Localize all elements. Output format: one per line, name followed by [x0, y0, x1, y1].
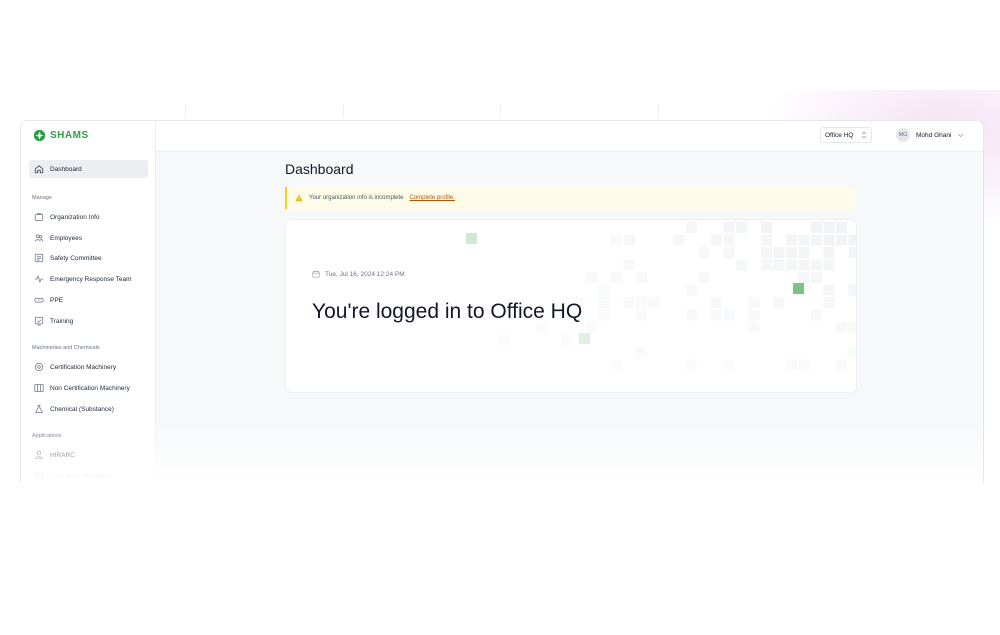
chevron-up-down-icon: [861, 131, 867, 139]
sidebar-section-manage: Manage: [32, 195, 52, 201]
sidebar-item-chemical-substance[interactable]: Chemical (Substance): [29, 400, 148, 418]
person-icon: [33, 450, 44, 461]
alert-text: Your organization info is incomplete: [309, 195, 404, 201]
welcome-card: Tue, Jul 16, 2024 12:24 PM You're logged…: [285, 219, 857, 393]
sidebar-item-dashboard[interactable]: Dashboard: [29, 160, 148, 178]
sidebar-item-safe-work-procedure[interactable]: Safe Work Procedure: [29, 467, 148, 483]
sidebar-item-hirarc[interactable]: HIRARC: [29, 446, 148, 464]
brand-name: SHAMS: [50, 130, 89, 141]
columns-icon: [33, 383, 44, 394]
organization-select[interactable]: Office HQ: [820, 127, 872, 143]
top-bar: Office HQ MG Mohd Ghani: [156, 121, 983, 152]
sidebar-item-label: Emergency Response Team: [50, 275, 132, 283]
avatar: MG: [896, 128, 910, 142]
gear-icon: [33, 362, 44, 373]
goggles-icon: [33, 295, 44, 306]
background-grid-lines: [0, 104, 1000, 120]
sidebar-item-ppe[interactable]: PPE: [29, 291, 148, 309]
sidebar-item-safety-committee[interactable]: Safety Committee: [29, 249, 148, 267]
sidebar: SHAMS Dashboard Manage Organization Info: [21, 121, 156, 483]
committee-icon: [33, 253, 44, 264]
home-icon: [33, 164, 44, 175]
sidebar-item-label: HIRARC: [50, 451, 75, 459]
incomplete-profile-alert: Your organization info is incomplete Com…: [285, 187, 855, 209]
logged-in-message: You're logged in to Office HQ: [312, 300, 583, 323]
user-menu[interactable]: MG Mohd Ghani: [896, 126, 964, 144]
brand-logo[interactable]: SHAMS: [33, 129, 89, 142]
organization-select-value: Office HQ: [825, 131, 854, 139]
sidebar-item-certification-machinery[interactable]: Certification Machinery: [29, 358, 148, 376]
sidebar-item-employees[interactable]: Employees: [29, 229, 148, 247]
shams-logo-icon: [33, 129, 46, 142]
main-content: Office HQ MG Mohd Ghani Dashboard Your o…: [156, 121, 983, 483]
sidebar-item-non-certification-machinery[interactable]: Non Certification Machinery: [29, 379, 148, 397]
sidebar-item-label: Non Certification Machinery: [50, 384, 130, 392]
sidebar-section-applications: Applications: [32, 433, 62, 439]
sidebar-item-emergency-response-team[interactable]: Emergency Response Team: [29, 270, 148, 288]
warning-icon: [295, 194, 303, 202]
sidebar-item-label: Certification Machinery: [50, 363, 117, 371]
flask-icon: [33, 404, 44, 415]
chevron-down-icon: [958, 133, 964, 137]
sidebar-section-machineries: Machineries and Chemicals: [32, 345, 100, 351]
users-icon: [33, 233, 44, 244]
sidebar-item-organization-info[interactable]: Organization Info: [29, 208, 148, 226]
sidebar-item-label: Employees: [50, 234, 83, 242]
sidebar-item-label: Organization Info: [50, 213, 100, 221]
sidebar-item-training[interactable]: Training: [29, 312, 148, 330]
sidebar-item-label: Dashboard: [50, 165, 82, 173]
app-window: SHAMS Dashboard Manage Organization Info: [20, 120, 984, 483]
calendar-icon: [312, 270, 320, 278]
date-time-row: Tue, Jul 16, 2024 12:24 PM: [312, 270, 405, 278]
training-icon: [33, 316, 44, 327]
pulse-icon: [33, 274, 44, 285]
sidebar-item-label: Chemical (Substance): [50, 405, 114, 413]
page-title: Dashboard: [285, 161, 354, 177]
building-icon: [33, 212, 44, 223]
document-icon: [33, 471, 44, 482]
current-date-time: Tue, Jul 16, 2024 12:24 PM: [325, 270, 405, 278]
sidebar-item-label: Safety Committee: [50, 254, 102, 262]
sidebar-item-label: Training: [50, 317, 74, 325]
user-name: Mohd Ghani: [916, 131, 952, 139]
sidebar-item-label: Safe Work Procedure: [50, 472, 113, 480]
sidebar-item-label: PPE: [50, 296, 64, 304]
complete-profile-link[interactable]: Complete profile.: [410, 195, 455, 201]
